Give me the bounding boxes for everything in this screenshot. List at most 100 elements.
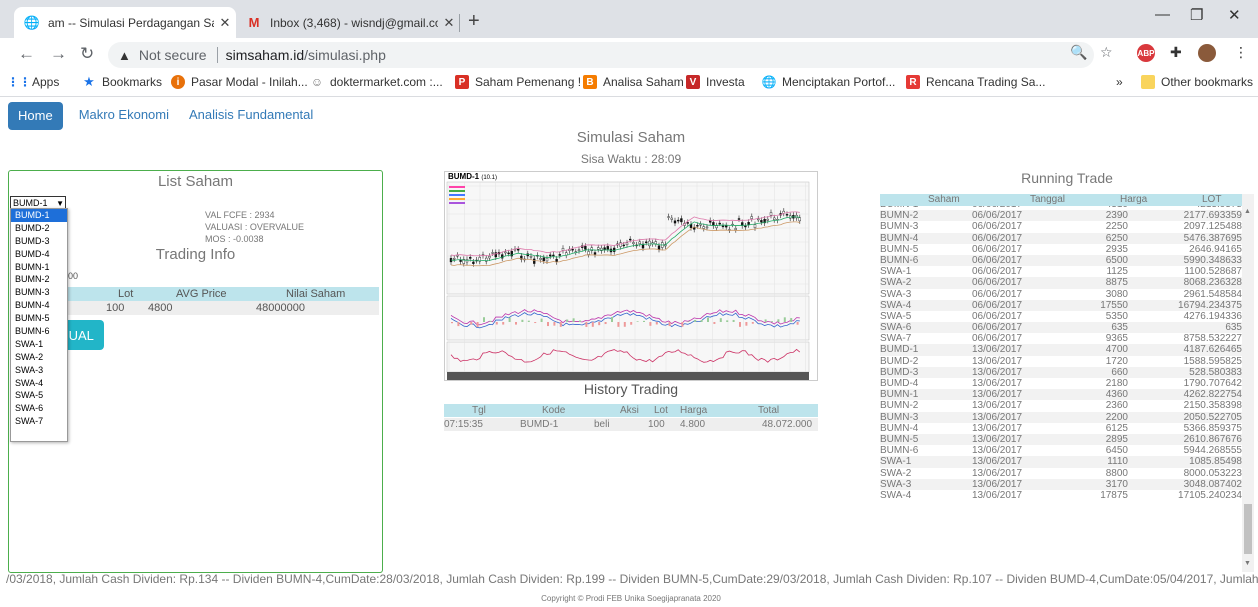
bookmark-menciptakan[interactable]: 🌐 Menciptakan Portof... [762,75,896,89]
dropdown-option[interactable]: SWA-7 [11,415,67,428]
cell-saham: BUMN-6 [880,254,919,266]
running-trade-scrollbar[interactable]: ▲ ▼ [1242,194,1254,572]
cell-saham: BUMN-4 [880,232,919,244]
tab-gmail[interactable]: M Inbox (3,468) - wisndj@gmail.co ✕ [236,7,460,38]
site-icon: P [455,75,469,89]
avatar[interactable] [1198,44,1216,62]
forward-button[interactable]: → [50,44,67,64]
new-tab-button[interactable]: + [468,10,480,33]
bookmark-apps[interactable]: ⋮⋮ Apps [7,75,59,89]
cell-saham: SWA-2 [880,467,912,479]
extensions-icon[interactable]: ✚ [1170,44,1182,61]
nav-home[interactable]: Home [8,102,63,130]
table-row: BUMD-2 13/06/2017 1720 1588.595825 [880,356,1242,367]
cell-harga: 1720 [1105,355,1128,367]
dropdown-option[interactable]: BUMN-3 [11,286,67,299]
history-title: History Trading [583,381,679,397]
bookmarks-bar: ⋮⋮ Apps ★ Bookmarks i Pasar Modal - Inilah.… [0,70,1258,97]
restore-button[interactable]: ❐ [1190,6,1203,24]
bookmark-investa[interactable]: V Investa [686,75,745,89]
table-row: SWA-1 06/06/2017 1125 1100.528687 [880,266,1242,277]
cell-tanggal: 06/06/2017 [972,266,1023,278]
dropdown-option[interactable]: BUMN-5 [11,312,67,325]
running-trade-title: Running Trade [1021,170,1113,186]
dropdown-option[interactable]: BUMD-3 [11,235,67,248]
table-row: SWA-3 13/06/2017 3170 3048.087402 [880,478,1242,490]
cell-lot: 17105.240234 [1178,489,1242,501]
nav-analisis-fundamental[interactable]: Analisis Fundamental [179,102,323,130]
cell-harga: 17550 [1100,299,1128,311]
bookmark-bookmarks[interactable]: ★ Bookmarks [82,74,162,89]
cell-harga: 1125 [1106,266,1128,278]
table-row: SWA-1 13/06/2017 1110 1085.85498 [880,456,1242,468]
scroll-thumb[interactable] [1244,504,1252,554]
cell-saham: SWA-5 [880,310,912,322]
cell-harga: 2390 [1105,210,1128,222]
scroll-up-icon[interactable]: ▲ [1244,208,1251,215]
bookmark-doktermarket[interactable]: ☺ doktermarket.com :... [310,75,443,89]
close-window-button[interactable]: ✕ [1228,6,1241,24]
price-chart [444,171,818,381]
minimize-button[interactable]: — [1155,6,1170,23]
dropdown-option[interactable]: BUMD-1 [11,209,67,222]
stock-dropdown: BUMD-1 BUMD-2 BUMD-3 BUMD-4 BUMN-1 BUMN-2 BUMN… [10,208,68,442]
table-row: BUMN-6 06/06/2017 6500 5990.348633 [880,254,1242,267]
cell-tanggal: 13/06/2017 [972,433,1023,445]
cell-tanggal: 06/06/2017 [972,210,1023,222]
more-bookmarks-button[interactable]: » [1116,75,1123,89]
cell-lot: 5366.859375 [1183,422,1242,434]
dropdown-option[interactable]: SWA-3 [11,364,67,377]
adblock-icon[interactable]: ABP [1137,44,1155,62]
zoom-icon[interactable]: 🔍 [1070,44,1087,61]
val-fcfe: VAL FCFE : 2934 [205,210,275,220]
cell-saham: SWA-3 [880,478,912,490]
scroll-down-icon[interactable]: ▼ [1244,560,1251,567]
reload-button[interactable]: ↻ [80,44,94,64]
cell-tanggal: 13/06/2017 [972,456,1023,468]
dividend-ticker: /03/2018, Jumlah Cash Dividen: Rp.134 --… [6,572,1258,586]
close-icon[interactable]: ✕ [214,15,236,31]
dropdown-option[interactable]: SWA-2 [11,351,67,364]
running-trade-table[interactable]: BUMN-106/06/201743104213.9375BUMN-206/06… [880,194,1254,572]
cell-tanggal: 06/06/2017 [972,299,1023,311]
cell-tanggal: 06/06/2017 [972,333,1023,345]
mos: MOS : -0.0038 [205,234,264,244]
cell-tanggal: 13/06/2017 [972,344,1023,356]
dropdown-option[interactable]: SWA-6 [11,402,67,415]
cell-harga: 2200 [1105,411,1128,423]
bookmark-pasar-modal[interactable]: i Pasar Modal - Inilah... [171,75,308,89]
bookmark-analisa-saham[interactable]: B Analisa Saham [583,75,684,89]
star-icon[interactable]: ☆ [1100,44,1113,61]
dropdown-option[interactable]: SWA-5 [11,389,67,402]
cell-harga: 4360 [1105,389,1128,401]
cell-harga: 2360 [1105,400,1128,412]
bookmark-rencana-trading[interactable]: R Rencana Trading Sa... [906,75,1045,89]
cell-harga: 1110 [1107,456,1128,468]
dropdown-option[interactable]: BUMN-6 [11,325,67,338]
remaining-time: Sisa Waktu : 28:09 [580,152,682,166]
dropdown-option[interactable]: BUMD-4 [11,248,67,261]
other-bookmarks[interactable]: Other bookmarks [1141,75,1253,89]
cell-lot: 1588.595825 [1183,355,1242,367]
dropdown-option[interactable]: BUMD-2 [11,222,67,235]
table-row: BUMD-1 13/06/2017 4700 4187.626465 [880,344,1242,356]
table-row: BUMN-6 13/06/2017 6450 5944.268555 [880,445,1242,456]
close-icon[interactable]: ✕ [438,15,460,31]
menu-icon[interactable]: ⋮ [1234,44,1248,61]
folder-icon [1141,75,1155,89]
address-bar[interactable]: ▲ Not secure simsaham.id/simulasi.php [108,42,1094,68]
bookmark-saham-pemenang[interactable]: P Saham Pemenang ! [455,75,581,89]
dropdown-option[interactable]: BUMN-4 [11,299,67,312]
back-button[interactable]: ← [18,44,35,64]
cell-tanggal: 06/06/2017 [972,288,1023,300]
dropdown-option[interactable]: SWA-1 [11,338,67,351]
cell-harga: 6125 [1105,422,1128,434]
dropdown-option[interactable]: SWA-4 [11,377,67,390]
nav-makro-ekonomi[interactable]: Makro Ekonomi [69,102,179,130]
cell-harga: 2180 [1105,378,1128,389]
dropdown-option[interactable]: BUMN-2 [11,273,67,286]
dropdown-option[interactable]: BUMN-1 [11,261,67,274]
tab-simulasi[interactable]: 🌐 am -- Simulasi Perdagangan Sah ✕ [14,7,236,38]
cell-lot: 4276.194336 [1183,310,1242,322]
warning-icon: ▲ [118,47,131,63]
